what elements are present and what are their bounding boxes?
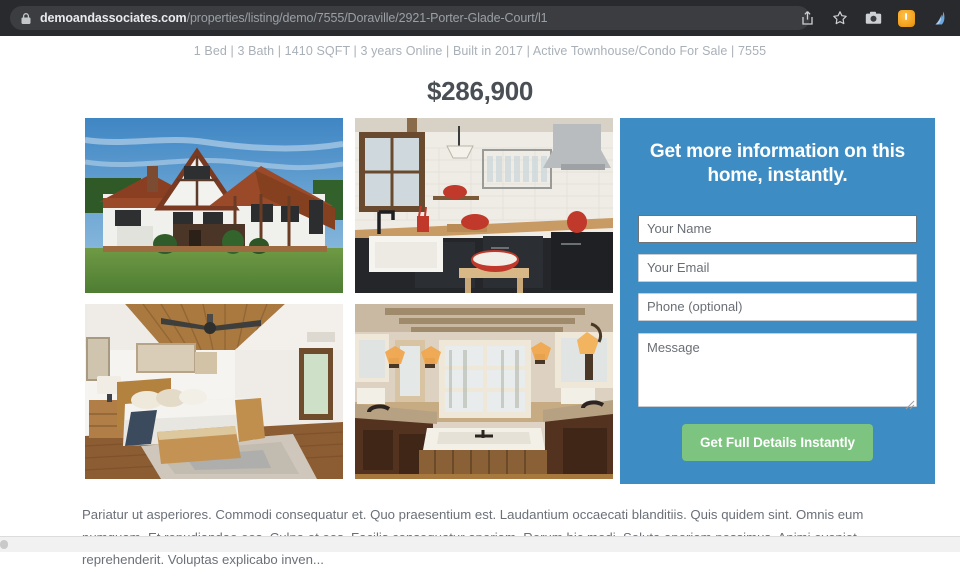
profile-wave-icon[interactable] (924, 3, 954, 33)
address-bar[interactable]: demoandassociates.com/properties/listing… (10, 6, 810, 30)
horizontal-scrollbar[interactable] (0, 536, 960, 552)
url-path: /properties/listing/demo/7555/Doraville/… (186, 11, 548, 25)
page-content: 1 Bed | 3 Bath | 1410 SQFT | 3 years Onl… (0, 36, 960, 567)
listing-price: $286,900 (426, 76, 534, 106)
photo-bedroom[interactable] (85, 304, 343, 479)
email-input[interactable] (638, 253, 917, 282)
extension-orange-icon[interactable] (891, 3, 921, 33)
share-icon[interactable] (792, 3, 822, 33)
phone-input[interactable] (638, 292, 917, 321)
form-title: Get more information on this home, insta… (649, 141, 906, 187)
photo-exterior-front[interactable] (85, 118, 343, 293)
bookmark-star-icon[interactable] (825, 3, 855, 33)
scrollbar-thumb[interactable] (0, 540, 8, 549)
browser-toolbar: demoandassociates.com/properties/listing… (0, 0, 960, 36)
lock-icon (21, 12, 31, 24)
listing-meta: 1 Bed | 3 Bath | 1410 SQFT | 3 years Onl… (193, 44, 767, 58)
toolbar-actions (792, 0, 954, 36)
photo-kitchen[interactable] (355, 118, 613, 293)
url-host: demoandassociates.com (40, 11, 187, 25)
get-full-details-button[interactable]: Get Full Details Instantly (682, 423, 873, 461)
screenshot-camera-icon[interactable] (858, 3, 888, 33)
name-input[interactable] (638, 214, 917, 243)
browser-window: demoandassociates.com/properties/listing… (0, 0, 960, 568)
contact-form-panel: Get more information on this home, insta… (620, 118, 935, 484)
cta-wrapper: Get Full Details Instantly (638, 423, 917, 461)
photo-gallery (85, 118, 613, 483)
message-textarea[interactable] (638, 332, 917, 407)
photo-bathroom[interactable] (355, 304, 613, 479)
